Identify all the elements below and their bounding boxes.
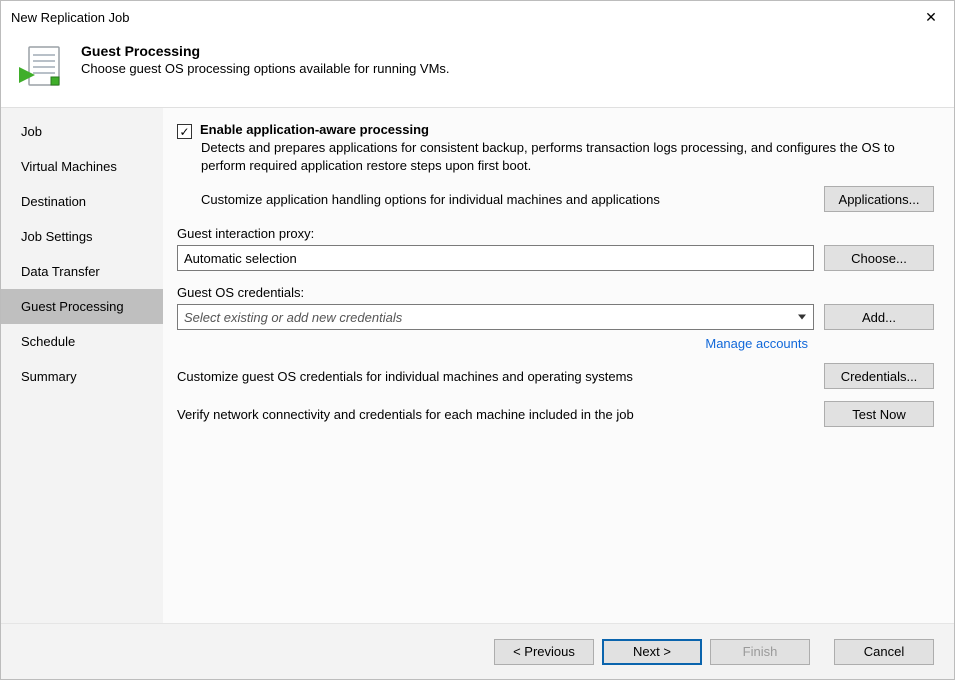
next-button[interactable]: Next > [602, 639, 702, 665]
applications-row-text: Customize application handling options f… [201, 192, 814, 207]
customize-credentials-text: Customize guest OS credentials for indiv… [177, 369, 814, 384]
add-credentials-button[interactable]: Add... [824, 304, 934, 330]
test-now-button[interactable]: Test Now [824, 401, 934, 427]
wizard-footer: < Previous Next > Finish Cancel [1, 623, 954, 679]
wizard-body: Job Virtual Machines Destination Job Set… [1, 107, 954, 623]
wizard-header: Guest Processing Choose guest OS process… [1, 33, 954, 107]
step-job-settings[interactable]: Job Settings [1, 219, 163, 254]
enable-app-aware-checkbox[interactable]: ✓ [177, 124, 192, 139]
wizard-window: New Replication Job ✕ Guest Processing C… [0, 0, 955, 680]
enable-app-aware-label: Enable application-aware processing [200, 122, 429, 137]
applications-button[interactable]: Applications... [824, 186, 934, 212]
close-button[interactable]: ✕ [908, 2, 954, 32]
step-schedule[interactable]: Schedule [1, 324, 163, 359]
step-summary[interactable]: Summary [1, 359, 163, 394]
title-bar: New Replication Job ✕ [1, 1, 954, 33]
credentials-placeholder: Select existing or add new credentials [184, 310, 402, 325]
finish-button: Finish [710, 639, 810, 665]
credentials-button[interactable]: Credentials... [824, 363, 934, 389]
guest-processing-icon [17, 43, 65, 91]
step-data-transfer[interactable]: Data Transfer [1, 254, 163, 289]
verify-connectivity-text: Verify network connectivity and credenti… [177, 407, 814, 422]
step-guest-processing[interactable]: Guest Processing [1, 289, 163, 324]
page-heading: Guest Processing [81, 43, 450, 59]
close-icon: ✕ [925, 9, 937, 26]
step-destination[interactable]: Destination [1, 184, 163, 219]
credentials-select[interactable]: Select existing or add new credentials [177, 304, 814, 330]
proxy-field[interactable]: Automatic selection [177, 245, 814, 271]
header-text: Guest Processing Choose guest OS process… [81, 43, 450, 76]
checkmark-icon: ✓ [179, 126, 189, 138]
enable-app-aware-description: Detects and prepares applications for co… [201, 139, 934, 174]
proxy-label: Guest interaction proxy: [177, 226, 934, 241]
window-title: New Replication Job [11, 10, 130, 25]
credentials-section: Guest OS credentials: Select existing or… [177, 283, 934, 351]
wizard-steps-sidebar: Job Virtual Machines Destination Job Set… [1, 108, 163, 623]
proxy-section: Guest interaction proxy: Automatic selec… [177, 224, 934, 271]
step-virtual-machines[interactable]: Virtual Machines [1, 149, 163, 184]
content-panel: ✓ Enable application-aware processing De… [163, 108, 954, 623]
manage-accounts-link[interactable]: Manage accounts [705, 336, 808, 351]
page-subheading: Choose guest OS processing options avail… [81, 61, 450, 76]
cancel-button[interactable]: Cancel [834, 639, 934, 665]
step-job[interactable]: Job [1, 114, 163, 149]
enable-section: ✓ Enable application-aware processing De… [177, 122, 934, 174]
credentials-label: Guest OS credentials: [177, 285, 934, 300]
previous-button[interactable]: < Previous [494, 639, 594, 665]
choose-proxy-button[interactable]: Choose... [824, 245, 934, 271]
proxy-value: Automatic selection [184, 251, 297, 266]
